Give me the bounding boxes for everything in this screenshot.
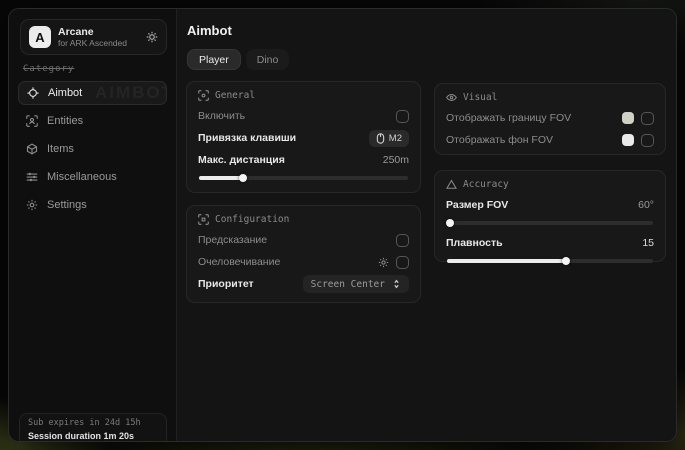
sidebar-nav: Aimbot AIMBOT Entities Items: [18, 81, 167, 217]
sidebar-item-label: Aimbot: [48, 87, 82, 99]
app-window: A Arcane for ARK Ascended Category: [8, 8, 677, 442]
main-content: Aimbot Player Dino General Включить: [177, 9, 676, 441]
slider-thumb[interactable]: [446, 219, 454, 227]
priority-label: Приоритет: [198, 278, 254, 290]
sub-expires-text: Sub expires in 24d 15h: [28, 417, 158, 430]
panel-visual: Visual Отображать границу FOV Отображать…: [434, 83, 666, 155]
sliders-icon: [26, 171, 38, 183]
triangle-icon: [446, 179, 457, 190]
enable-checkbox[interactable]: [396, 110, 409, 123]
max-distance-value: 250m: [383, 154, 409, 166]
panel-accuracy: Accuracy Размер FOV 60° Плавность 15: [434, 170, 666, 262]
fov-border-checkbox[interactable]: [641, 112, 654, 125]
sidebar-item-label: Settings: [47, 199, 87, 211]
panel-configuration: Configuration Предсказание Очеловечивани…: [186, 205, 421, 303]
crosshair-icon: [27, 87, 39, 99]
sidebar-item-label: Entities: [47, 115, 83, 127]
slider-fill: [199, 176, 243, 180]
priority-select[interactable]: Screen Center: [303, 275, 409, 293]
eye-icon: [446, 92, 457, 103]
panel-title: General: [215, 90, 255, 101]
brand-subtitle: for ARK Ascended: [58, 38, 127, 49]
brand-card: A Arcane for ARK Ascended: [20, 19, 167, 55]
session-status-card: Sub expires in 24d 15h Session duration …: [19, 413, 167, 442]
brand-text: Arcane for ARK Ascended: [58, 26, 127, 49]
smoothness-value: 15: [642, 237, 654, 249]
page-title: Aimbot: [187, 23, 232, 38]
panel-title: Visual: [463, 92, 497, 103]
enable-label: Включить: [198, 110, 245, 122]
slider-thumb[interactable]: [239, 174, 247, 182]
mouse-icon: [376, 133, 385, 144]
aimbot-watermark: AIMBOT: [95, 83, 167, 103]
tab-player[interactable]: Player: [187, 49, 241, 70]
fov-background-label: Отображать фон FOV: [446, 134, 553, 146]
fov-size-label: Размер FOV: [446, 199, 508, 211]
brand-title: Arcane: [58, 26, 127, 38]
sidebar-item-aimbot[interactable]: Aimbot AIMBOT: [18, 81, 167, 105]
tab-dino[interactable]: Dino: [246, 49, 290, 70]
session-duration-text: Session duration 1m 20s: [28, 430, 158, 442]
panel-general: General Включить Привязка клавиши M2: [186, 81, 421, 193]
panel-visual-header: Visual: [446, 92, 654, 103]
focus-frame-icon: [198, 90, 209, 101]
slider-thumb[interactable]: [562, 257, 570, 265]
gear-icon[interactable]: [146, 31, 158, 43]
panel-accuracy-header: Accuracy: [446, 179, 654, 190]
sidebar-item-label: Items: [47, 143, 74, 155]
sidebar-item-label: Miscellaneous: [47, 171, 117, 183]
keybind-value: M2: [389, 133, 402, 144]
panel-general-header: General: [198, 90, 409, 101]
sidebar-item-entities[interactable]: Entities: [18, 109, 167, 133]
tab-bar: Player Dino: [187, 49, 289, 70]
max-distance-slider[interactable]: [199, 176, 408, 180]
smoothness-label: Плавность: [446, 237, 503, 249]
humanization-label: Очеловечивание: [198, 256, 280, 268]
prediction-label: Предсказание: [198, 234, 267, 246]
fov-border-label: Отображать границу FOV: [446, 112, 571, 124]
sidebar-item-miscellaneous[interactable]: Miscellaneous: [18, 165, 167, 189]
max-distance-label: Макс. дистанция: [198, 154, 285, 166]
sidebar-item-settings[interactable]: Settings: [18, 193, 167, 217]
slider-fill: [447, 221, 450, 225]
keybind-label: Привязка клавиши: [198, 132, 296, 144]
smoothness-slider[interactable]: [447, 259, 653, 263]
gear-icon[interactable]: [378, 257, 389, 268]
keybind-button[interactable]: M2: [369, 130, 409, 147]
entities-icon: [26, 115, 38, 127]
fov-background-color-swatch[interactable]: [622, 134, 634, 146]
category-label: Category: [23, 64, 74, 74]
panel-title: Accuracy: [463, 179, 509, 190]
fov-size-slider[interactable]: [447, 221, 653, 225]
config-frame-icon: [198, 214, 209, 225]
humanization-checkbox[interactable]: [396, 256, 409, 269]
fov-background-checkbox[interactable]: [641, 134, 654, 147]
priority-value: Screen Center: [311, 279, 385, 290]
gear-icon: [26, 199, 38, 211]
sidebar-item-items[interactable]: Items: [18, 137, 167, 161]
fov-border-color-swatch[interactable]: [622, 112, 634, 124]
sidebar: A Arcane for ARK Ascended Category: [9, 9, 177, 441]
chevron-updown-icon: [392, 279, 401, 289]
brand-logo: A: [29, 26, 51, 48]
cube-icon: [26, 143, 38, 155]
slider-fill: [447, 259, 566, 263]
fov-size-value: 60°: [638, 199, 654, 211]
panel-title: Configuration: [215, 214, 289, 225]
prediction-checkbox[interactable]: [396, 234, 409, 247]
panel-configuration-header: Configuration: [198, 214, 409, 225]
